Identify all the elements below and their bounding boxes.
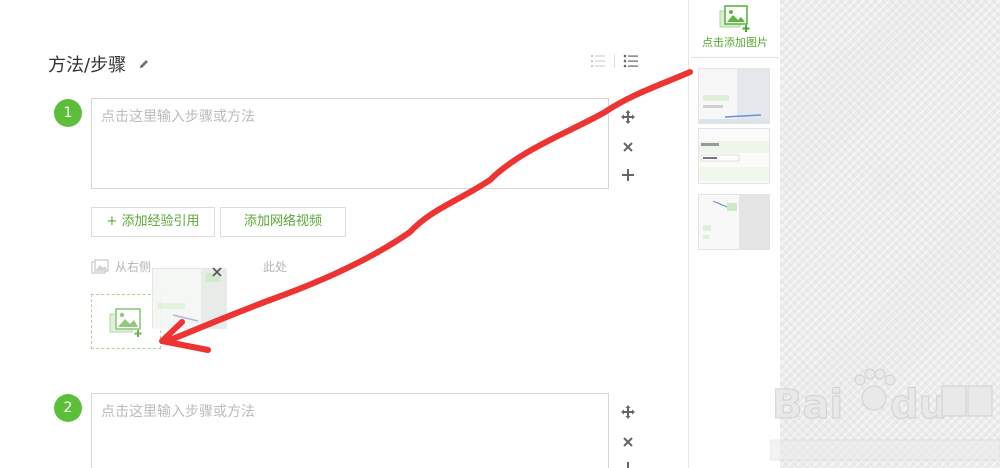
close-icon[interactable] <box>211 266 223 278</box>
step-description-input[interactable]: 点击这里输入步骤或方法 <box>91 98 609 189</box>
image-thumbnail[interactable] <box>698 68 770 124</box>
edit-icon[interactable] <box>138 58 150 70</box>
step-description-input[interactable]: 点击这里输入步骤或方法 <box>91 393 609 468</box>
section-header: 方法/步骤 <box>48 52 150 76</box>
svg-text:du: du <box>890 382 947 428</box>
move-icon[interactable] <box>620 404 636 420</box>
toggle-separator <box>614 54 615 68</box>
move-icon[interactable] <box>620 109 636 125</box>
add-image-label: 点击添加图片 <box>702 36 768 49</box>
image-side-panel: 点击添加图片 <box>688 0 780 468</box>
add-image-button[interactable]: 点击添加图片 <box>691 0 779 58</box>
drag-hint-text-tail: 此处 <box>263 260 288 274</box>
plus-glyph: + <box>106 214 118 229</box>
screenshot-thumbnail-icon <box>699 195 769 249</box>
add-video-button[interactable]: 添加网络视频 <box>220 207 346 237</box>
image-thumbnail[interactable] <box>698 194 770 250</box>
section-title: 方法/步骤 <box>48 55 127 76</box>
bullet-list-icon[interactable] <box>623 53 639 69</box>
image-thumbnail[interactable] <box>698 128 770 184</box>
image-drop-zone[interactable] <box>91 294 161 349</box>
add-image-icon <box>109 308 142 337</box>
close-icon[interactable] <box>620 434 636 450</box>
screenshot-thumbnail-icon <box>699 69 769 123</box>
svg-text:Bai: Bai <box>772 382 843 428</box>
plus-icon[interactable] <box>620 167 636 183</box>
view-toggle-group <box>590 53 639 69</box>
drag-hint-text: 从右侧 <box>115 260 152 274</box>
close-icon[interactable] <box>620 139 636 155</box>
step-number-badge: 2 <box>54 394 82 422</box>
numbered-list-icon[interactable] <box>590 53 606 69</box>
image-icon <box>91 258 109 274</box>
step-number-badge: 1 <box>54 99 82 127</box>
add-image-icon <box>719 5 750 32</box>
screenshot-thumbnail-icon <box>699 129 769 183</box>
add-reference-label: 添加经验引用 <box>121 214 200 229</box>
baidu-jingyan-watermark: Bai du <box>770 368 1000 461</box>
screenshot-thumbnail-icon <box>153 269 227 329</box>
add-reference-button[interactable]: + 添加经验引用 <box>91 207 215 237</box>
plus-icon[interactable] <box>620 460 636 468</box>
